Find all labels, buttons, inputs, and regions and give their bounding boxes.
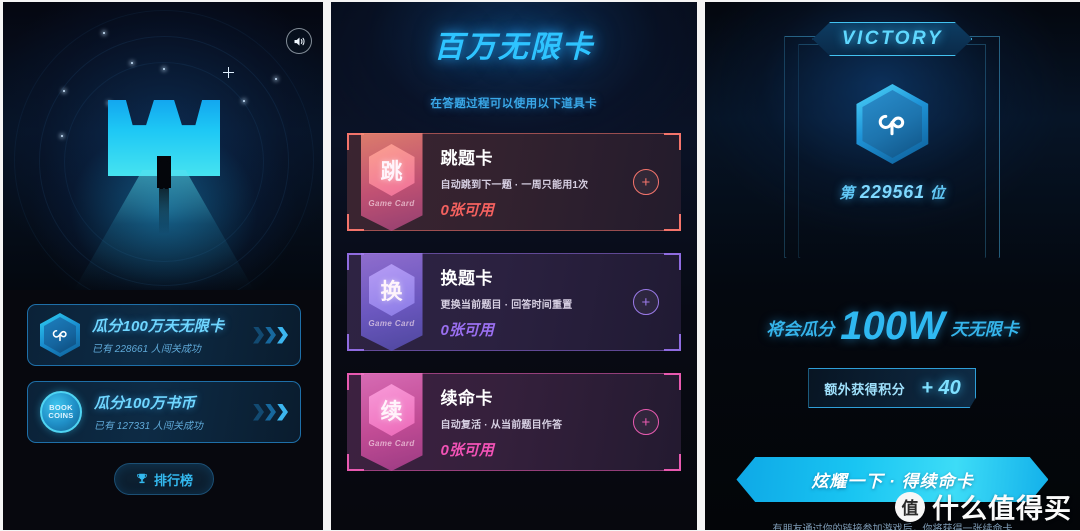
card-name: 跳题卡 <box>440 149 494 168</box>
star-dot <box>243 100 245 102</box>
item-card-revive[interactable]: 续 Game Card 续命卡 自动复活 · 从当前题目作答 0张可用 + <box>346 373 681 471</box>
card-badge-label: Game Card <box>368 439 415 448</box>
card-badge-ribbon: 换 Game Card <box>360 253 423 351</box>
add-card-button[interactable]: + <box>632 289 659 315</box>
extra-points-label: 额外获得积分 <box>824 381 906 397</box>
card-count: 0张可用 <box>440 322 494 339</box>
card-badge-label: Game Card <box>368 319 415 328</box>
card-name: 续命卡 <box>440 389 494 408</box>
sparkle-icon <box>223 67 234 78</box>
speaker-on-icon <box>294 36 305 46</box>
infinity-glyph-icon <box>52 330 67 342</box>
game-intro-panel: 瓜分100万天无限卡 已有 228661 人闯关成功 BOOK COINS 瓜分… <box>3 2 323 530</box>
star-dot <box>131 62 133 64</box>
card-description: 更换当前题目 · 回答时间重置 <box>440 300 573 311</box>
card-glyph: 换 <box>380 279 403 304</box>
star-dot <box>103 32 105 34</box>
sound-toggle-button[interactable] <box>286 28 312 54</box>
victory-banner: VICTORY 第 229561 位 <box>784 22 1001 258</box>
card-description: 自动跳到下一题 · 一周只能用1次 <box>440 180 589 191</box>
star-dot <box>61 135 63 137</box>
hero-illustration <box>3 2 323 290</box>
extra-points-box: 额外获得积分 + 40 <box>808 368 977 408</box>
item-card-skip[interactable]: 跳 Game Card 跳题卡 自动跳到下一题 · 一周只能用1次 0张可用 + <box>346 133 681 231</box>
reward-subtitle: 已有 127331 人闯关成功 <box>94 421 203 432</box>
star-dot <box>163 68 165 70</box>
reward-row-book-coins[interactable]: BOOK COINS 瓜分100万书币 已有 127331 人闯关成功 <box>27 381 301 443</box>
card-badge-ribbon: 跳 Game Card <box>360 133 423 231</box>
rank-line: 第 229561 位 <box>784 182 1000 203</box>
figure-reflection <box>159 188 169 234</box>
reward-subtitle: 已有 228661 人闯关成功 <box>92 344 201 355</box>
victory-result-panel: VICTORY 第 229561 位 将会瓜分 100W 天无限卡 额外获得积分 +… <box>704 2 1080 530</box>
share-amount-line: 将会瓜分 100W 天无限卡 <box>705 304 1080 349</box>
share-cta-note: 有朋友通过你的链接参加游戏后，你将获得一张续命卡 <box>772 524 1013 530</box>
victory-plate: VICTORY <box>812 22 973 56</box>
share-prefix: 将会瓜分 <box>766 320 835 339</box>
infinity-card-hex-icon <box>40 313 80 357</box>
coin-label-line2: COINS <box>48 411 74 420</box>
share-amount: 100W <box>840 304 945 348</box>
item-card-swap[interactable]: 换 Game Card 换题卡 更换当前题目 · 回答时间重置 0张可用 + <box>346 253 681 351</box>
card-description: 自动复活 · 从当前题目作答 <box>440 420 563 431</box>
triple-chevron-right-icon <box>253 326 288 344</box>
trophy-icon <box>137 473 147 484</box>
infinity-card-hex-icon <box>856 84 929 164</box>
card-count: 0张可用 <box>440 442 494 459</box>
item-cards-panel: 百万无限卡 在答题过程可以使用以下道具卡 跳 Game Card 跳题卡 自动跳… <box>331 2 697 530</box>
leaderboard-label: 排行榜 <box>153 472 193 488</box>
star-dot <box>275 78 277 80</box>
person-silhouette <box>157 156 171 189</box>
triple-chevron-right-icon <box>253 403 288 421</box>
reward-row-unlimited-card[interactable]: 瓜分100万天无限卡 已有 228661 人闯关成功 <box>27 304 301 366</box>
card-glyph: 跳 <box>380 159 403 184</box>
screenshot-stage: 瓜分100万天无限卡 已有 228661 人闯关成功 BOOK COINS 瓜分… <box>0 0 1080 531</box>
extra-points-value: + 40 <box>921 376 961 399</box>
rank-prefix: 第 <box>839 185 856 202</box>
page-subtitle: 在答题过程可以使用以下道具卡 <box>430 98 598 110</box>
add-card-button[interactable]: + <box>632 169 659 195</box>
rank-number: 229561 <box>860 182 925 202</box>
share-suffix: 天无限卡 <box>950 320 1019 339</box>
rank-suffix: 位 <box>929 185 946 202</box>
leaderboard-button[interactable]: 排行榜 <box>114 463 214 495</box>
share-cta-label: 炫耀一下 · 得续命卡 <box>811 472 974 491</box>
reward-title: 瓜分100万书币 <box>94 395 196 412</box>
page-title: 百万无限卡 <box>433 31 594 64</box>
card-badge-ribbon: 续 Game Card <box>360 373 423 471</box>
star-dot <box>63 90 65 92</box>
infinity-glyph-icon <box>879 114 905 136</box>
book-coins-icon: BOOK COINS <box>40 391 82 433</box>
victory-label: VICTORY <box>841 28 944 49</box>
card-badge-label: Game Card <box>368 199 415 208</box>
share-cta-button[interactable]: 炫耀一下 · 得续命卡 <box>736 457 1049 502</box>
add-card-button[interactable]: + <box>632 409 659 435</box>
rewards-section: 瓜分100万天无限卡 已有 228661 人闯关成功 BOOK COINS 瓜分… <box>3 290 323 530</box>
card-name: 换题卡 <box>440 269 494 288</box>
card-count: 0张可用 <box>440 202 494 219</box>
reward-title: 瓜分100万天无限卡 <box>92 318 225 335</box>
card-glyph: 续 <box>380 399 403 424</box>
